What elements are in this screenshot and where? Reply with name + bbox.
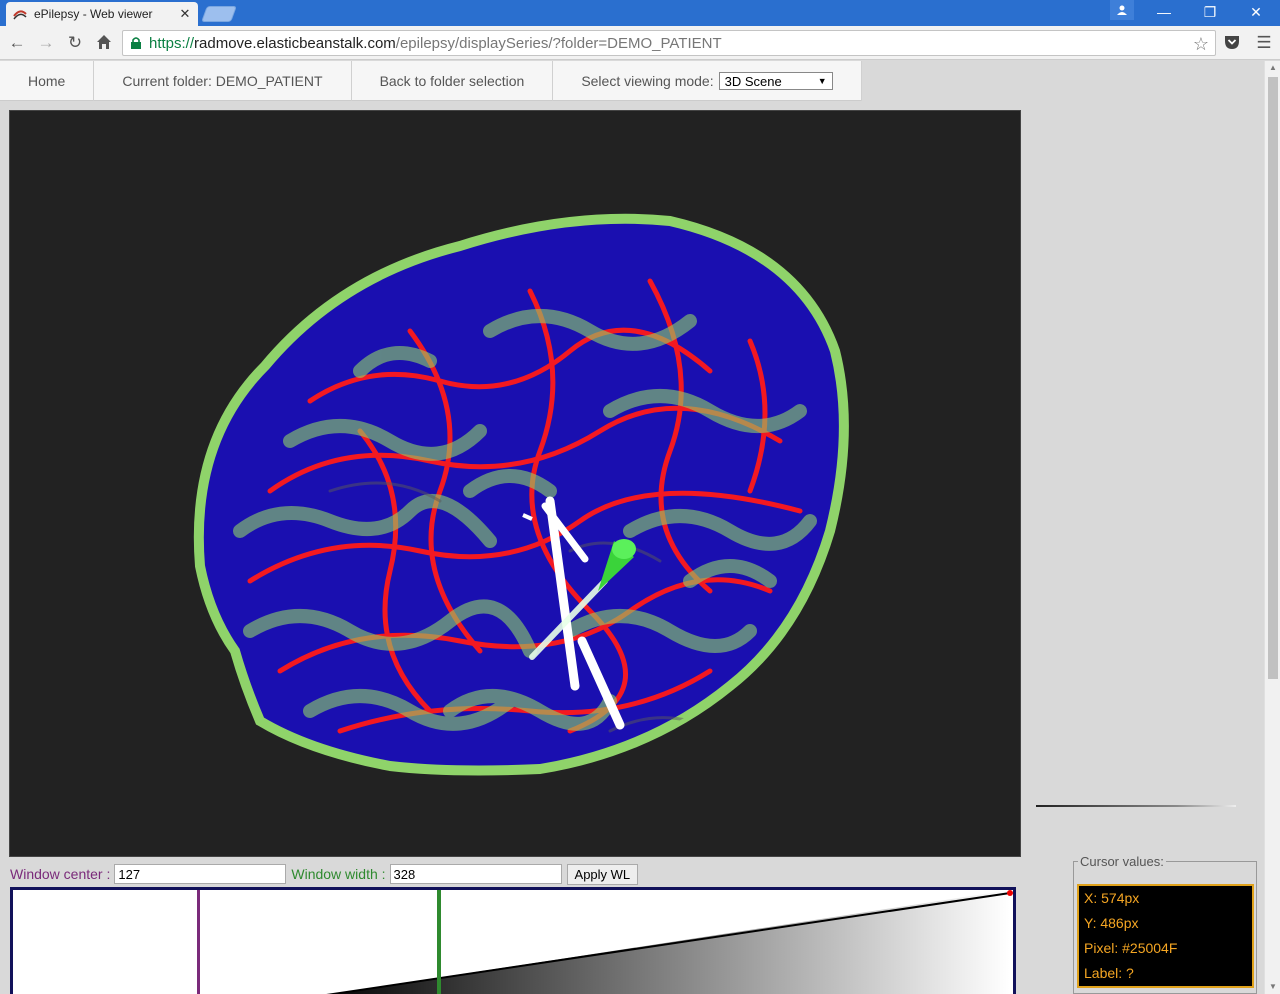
dropdown-arrow-icon: ▼ (817, 76, 827, 86)
viewing-mode-control: Select viewing mode: 3D Scene ▼ (553, 61, 862, 101)
menu-back-to-folder[interactable]: Back to folder selection (352, 61, 554, 101)
window-ramp (332, 890, 1010, 994)
cursor-label: Label: ? (1084, 965, 1134, 981)
url-host: radmove.elasticbeanstalk.com (194, 34, 396, 52)
cursor-values-readout: X: 574px Y: 486px Pixel: #25004F Label: … (1077, 884, 1254, 988)
browser-tab[interactable]: ePilepsy - Web viewer ✕ (6, 2, 198, 26)
lock-icon (129, 36, 143, 50)
viewing-mode-select[interactable]: 3D Scene ▼ (718, 72, 833, 90)
window-center-label: Window center : (10, 866, 111, 882)
epilepsy-favicon-icon (12, 6, 28, 22)
new-tab-button[interactable] (201, 6, 237, 22)
menu-current-folder: Current folder: DEMO_PATIENT (94, 61, 352, 101)
browser-toolbar: ← → ↻ https://radmove.elasticbeanstalk.c… (0, 26, 1280, 60)
cursor-x: X: 574px (1084, 890, 1140, 906)
bookmark-star-icon[interactable]: ☆ (1193, 34, 1209, 55)
window-level-controls: Window center : Window width : Apply WL (10, 863, 639, 885)
tab-close-icon[interactable]: ✕ (178, 6, 192, 22)
page-content: Home Current folder: DEMO_PATIENT Back t… (0, 61, 1264, 994)
url-path: /epilepsy/displaySeries/?folder=DEMO_PAT… (395, 34, 722, 52)
address-bar[interactable]: https://radmove.elasticbeanstalk.com/epi… (122, 30, 1216, 56)
minimize-button[interactable]: — (1141, 0, 1187, 24)
cursor-y: Y: 486px (1084, 915, 1139, 931)
window-width-label: Window width : (291, 866, 386, 882)
restore-button[interactable]: ❐ (1187, 0, 1233, 24)
home-icon[interactable] (94, 33, 114, 53)
window-width-input[interactable] (389, 864, 562, 884)
viewing-mode-label: Select viewing mode: (581, 73, 714, 89)
cursor-values-legend: Cursor values: (1078, 854, 1166, 869)
menu-home[interactable]: Home (0, 61, 95, 101)
scroll-down-icon[interactable]: ▼ (1265, 980, 1280, 994)
url-scheme: https:// (149, 34, 195, 52)
window-center-input[interactable] (114, 864, 287, 884)
page-scrollbar[interactable]: ▲ ▼ (1264, 61, 1280, 994)
menu-icon[interactable]: ☰ (1254, 33, 1274, 53)
profile-icon[interactable] (1110, 0, 1134, 20)
ramp-end-handle[interactable] (1007, 890, 1013, 896)
app-menubar: Home Current folder: DEMO_PATIENT Back t… (0, 61, 862, 101)
browser-titlebar: ePilepsy - Web viewer ✕ — ❐ ✕ (0, 0, 1280, 26)
tab-title: ePilepsy - Web viewer (34, 7, 153, 21)
apply-wl-button[interactable]: Apply WL (566, 863, 639, 885)
pocket-icon[interactable] (1222, 33, 1242, 53)
scroll-thumb[interactable] (1268, 77, 1278, 679)
back-arrow-icon[interactable]: ← (7, 33, 27, 53)
cursor-pixel: Pixel: #25004F (1084, 940, 1178, 956)
3d-scene-viewer[interactable] (9, 110, 1021, 857)
window-width-marker[interactable] (437, 890, 441, 994)
close-window-button[interactable]: ✕ (1233, 0, 1279, 24)
forward-arrow-icon[interactable]: → (36, 33, 56, 53)
window-level-graph[interactable] (10, 887, 1016, 994)
scroll-up-icon[interactable]: ▲ (1265, 61, 1280, 75)
window-center-marker[interactable] (197, 890, 200, 994)
cursor-values-panel: Cursor values: X: 574px Y: 486px Pixel: … (1073, 854, 1257, 994)
reload-icon[interactable]: ↻ (65, 33, 85, 53)
viewing-mode-value: 3D Scene (724, 73, 782, 89)
colormap-line (1036, 805, 1236, 807)
brain-model[interactable] (193, 213, 849, 776)
